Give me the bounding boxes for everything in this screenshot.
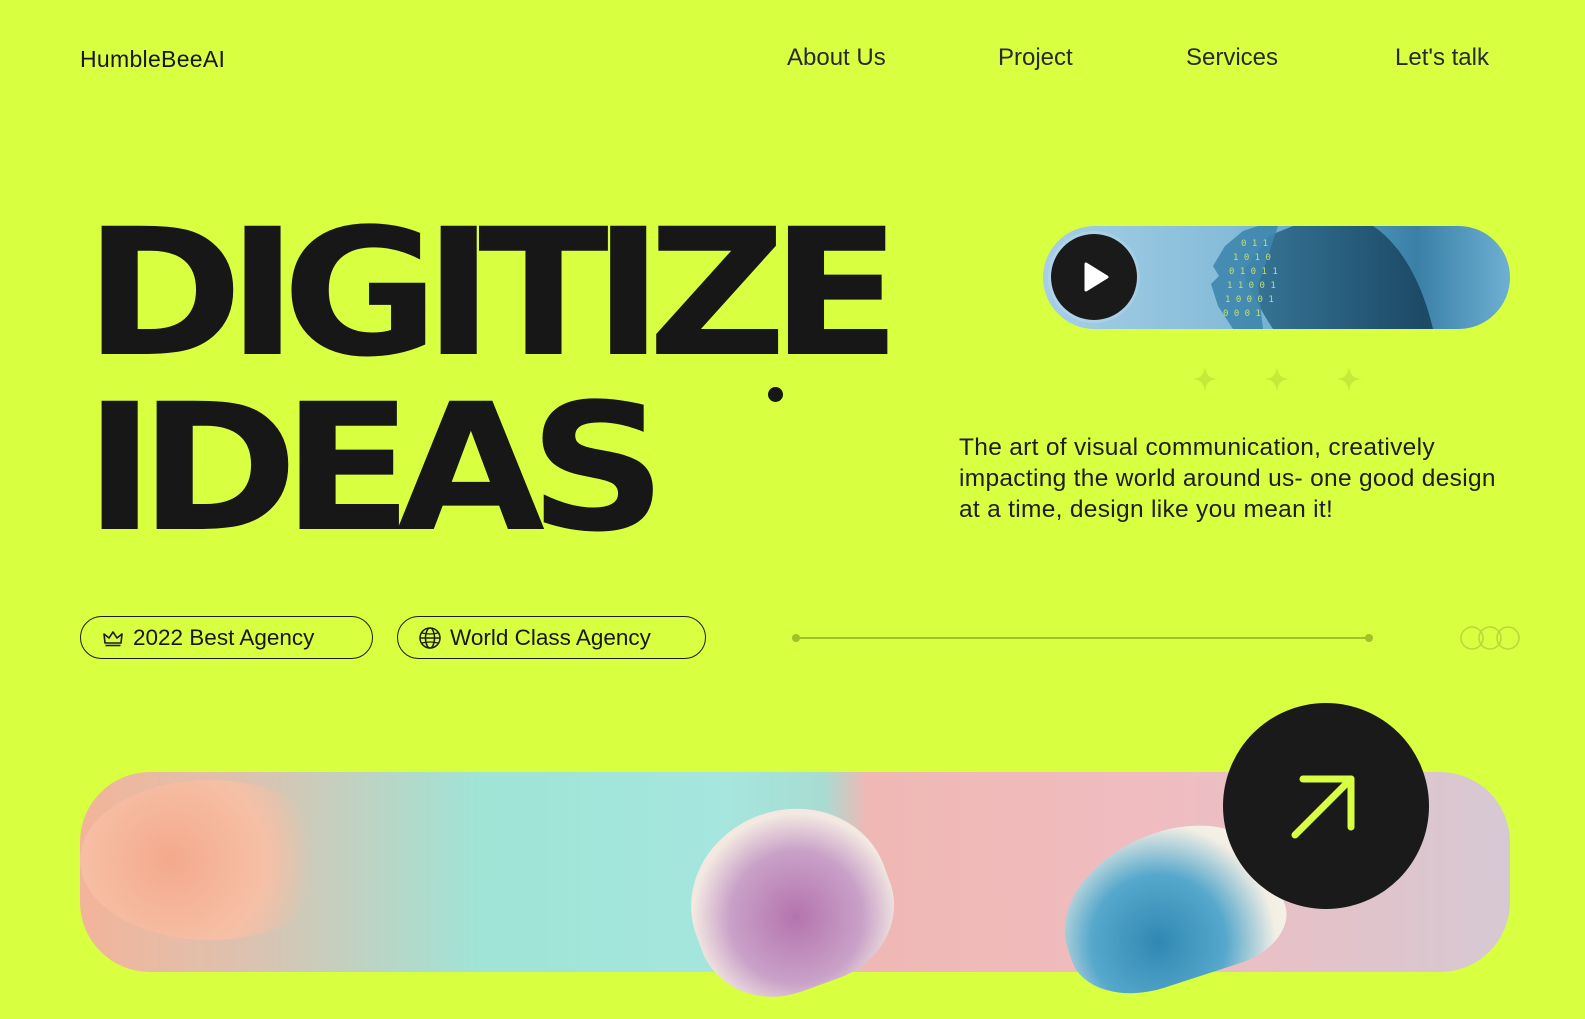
badge-label: 2022 Best Agency — [133, 624, 315, 650]
svg-text:0 1 1: 0 1 1 — [1241, 239, 1268, 249]
badge-world-class-agency[interactable]: World Class Agency — [397, 616, 706, 659]
slider-end-dot — [1365, 634, 1373, 642]
badge-best-agency[interactable]: 2022 Best Agency — [80, 616, 373, 659]
globe-icon — [419, 626, 441, 649]
svg-text:0 1 0 1 1: 0 1 0 1 1 — [1229, 267, 1278, 277]
hero-image-shape — [80, 780, 340, 940]
arrow-up-right-icon — [1291, 775, 1355, 839]
sparkle-icon — [1336, 366, 1362, 392]
hero-headline-line1: DIGITIZE — [84, 191, 901, 396]
nav-item-project[interactable]: Project — [998, 44, 1073, 72]
rings-icon — [1460, 626, 1520, 650]
hero-headline-line2: IDEAS — [84, 366, 667, 571]
nav-item-about-us[interactable]: About Us — [787, 44, 886, 72]
nav-item-lets-talk[interactable]: Let's talk — [1395, 44, 1489, 72]
slider-track[interactable] — [796, 637, 1370, 639]
sparkle-icon — [1192, 366, 1218, 392]
nav-item-services[interactable]: Services — [1186, 44, 1278, 72]
svg-text:0 0 0 1: 0 0 0 1 — [1223, 309, 1261, 319]
svg-text:1 0 1 0: 1 0 1 0 — [1233, 253, 1271, 263]
crown-icon — [103, 630, 123, 646]
sparkle-icon — [1264, 366, 1290, 392]
play-icon — [1084, 262, 1109, 292]
badge-label: World Class Agency — [450, 624, 651, 650]
play-button[interactable] — [1051, 234, 1137, 320]
decorative-dot — [768, 387, 783, 402]
svg-text:1 0 0 0 1: 1 0 0 0 1 — [1225, 295, 1274, 305]
svg-text:1 1 0 0 1: 1 1 0 0 1 — [1227, 281, 1276, 291]
arrow-cta-button[interactable] — [1223, 703, 1429, 909]
hero-tagline: The art of visual communication, creativ… — [959, 434, 1496, 523]
main-nav: About Us Project Services Let's talk — [0, 44, 1585, 80]
